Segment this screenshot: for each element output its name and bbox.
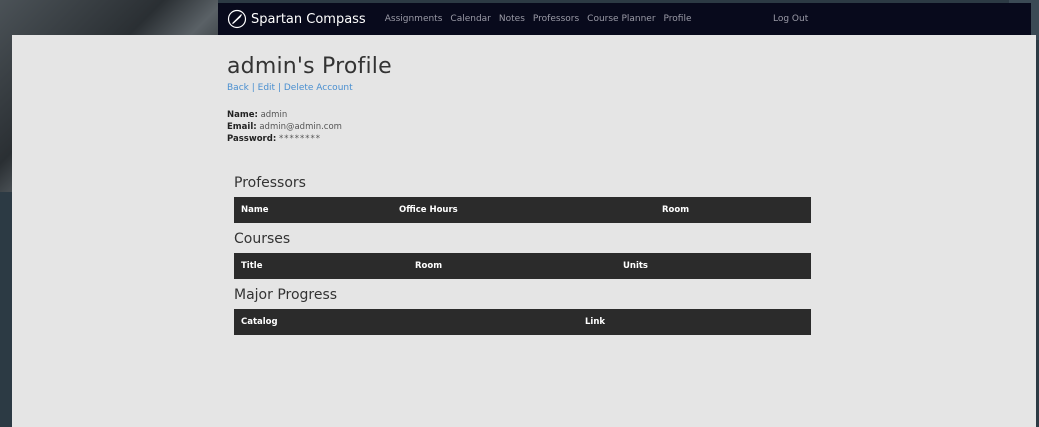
nav-assignments[interactable]: Assignments (385, 14, 443, 24)
compass-icon (227, 9, 247, 29)
column-header: Office Hours (399, 205, 458, 215)
courses-table-header: Title Room Units (234, 253, 811, 279)
password-label: Password: (227, 134, 277, 144)
name-label: Name: (227, 110, 258, 120)
column-header: Name (241, 205, 269, 215)
major-progress-table-header: Catalog Link (234, 309, 811, 335)
courses-heading: Courses (234, 231, 291, 247)
column-header: Units (623, 261, 648, 271)
column-header: Room (662, 205, 690, 215)
column-header: Title (241, 261, 263, 271)
email-value: admin@admin.com (259, 122, 342, 132)
delete-account-link[interactable]: Delete Account (284, 83, 353, 93)
column-header: Catalog (241, 317, 278, 327)
password-value: ******** (278, 134, 321, 144)
main-content: admin's Profile Back | Edit | Delete Acc… (12, 35, 1036, 427)
email-row: Email: admin@admin.com (227, 122, 342, 132)
page-title: admin's Profile (227, 54, 392, 79)
top-navbar: Spartan Compass Assignments Calendar Not… (218, 3, 1031, 35)
edit-link[interactable]: Edit (258, 83, 275, 93)
email-label: Email: (227, 122, 257, 132)
professors-heading: Professors (234, 175, 306, 191)
nav-links: Assignments Calendar Notes Professors Co… (385, 14, 700, 24)
back-link[interactable]: Back (227, 83, 249, 93)
professors-table-header: Name Office Hours Room (234, 197, 811, 223)
nav-calendar[interactable]: Calendar (450, 14, 490, 24)
logout-link[interactable]: Log Out (773, 14, 808, 24)
profile-actions: Back | Edit | Delete Account (227, 83, 353, 93)
nav-course-planner[interactable]: Course Planner (587, 14, 655, 24)
major-progress-heading: Major Progress (234, 287, 338, 303)
brand[interactable]: Spartan Compass (227, 9, 366, 29)
nav-profile[interactable]: Profile (664, 14, 692, 24)
nav-notes[interactable]: Notes (499, 14, 525, 24)
column-header: Room (415, 261, 443, 271)
column-header: Link (585, 317, 606, 327)
name-row: Name: admin (227, 110, 287, 120)
brand-name: Spartan Compass (251, 11, 366, 27)
nav-professors[interactable]: Professors (533, 14, 579, 24)
password-row: Password: ******** (227, 134, 321, 144)
name-value: admin (260, 110, 288, 120)
